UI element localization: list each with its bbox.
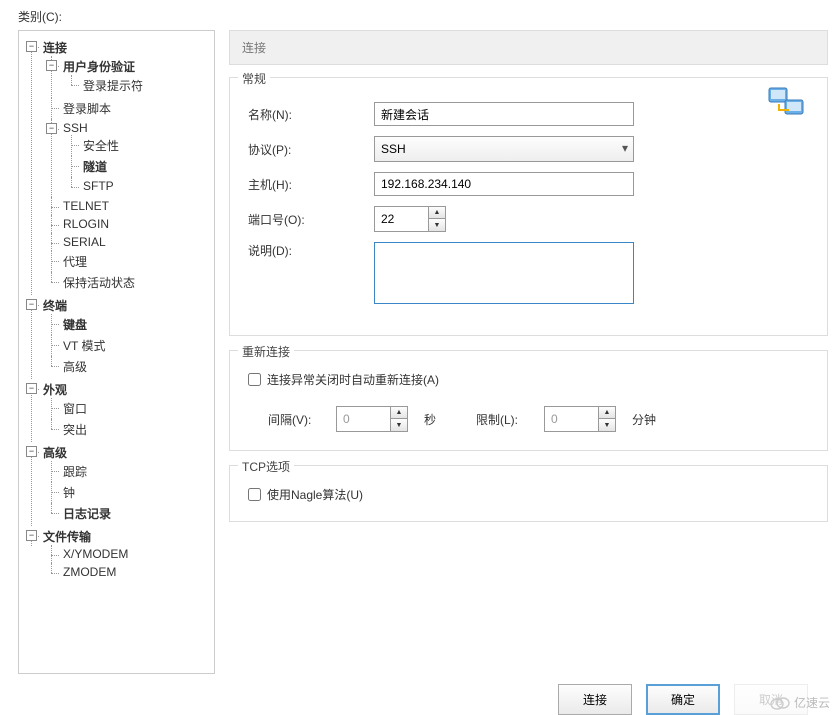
tree-login-script[interactable]: 登录脚本 <box>63 102 111 116</box>
minutes-label: 分钟 <box>632 411 656 428</box>
tree-tunnel[interactable]: 隧道 <box>83 160 107 174</box>
spin-up-icon[interactable]: ▲ <box>429 207 445 219</box>
tcp-group: TCP选项 使用Nagle算法(U) <box>229 465 828 522</box>
host-input[interactable] <box>374 172 634 196</box>
spin-down-icon[interactable]: ▼ <box>599 419 615 431</box>
interval-input[interactable] <box>336 406 390 432</box>
port-label: 端口号(O): <box>244 211 374 228</box>
tree-ssh[interactable]: SSH <box>63 121 88 135</box>
tree-filetransfer[interactable]: 文件传输 <box>43 530 91 544</box>
spin-up-icon[interactable]: ▲ <box>391 407 407 419</box>
toggle-adv[interactable]: − <box>26 446 37 457</box>
toggle-appearance[interactable]: − <box>26 383 37 394</box>
toggle-ssh[interactable]: − <box>46 123 57 134</box>
auto-reconnect-check[interactable] <box>248 373 261 386</box>
tree-zmodem[interactable]: ZMODEM <box>63 565 116 579</box>
protocol-select[interactable]: SSH <box>374 136 634 162</box>
tree-proxy[interactable]: 代理 <box>63 255 87 269</box>
tree-logging[interactable]: 日志记录 <box>63 507 111 521</box>
connection-icon <box>767 86 807 125</box>
name-input[interactable] <box>374 102 634 126</box>
tree-bell[interactable]: 钟 <box>63 486 75 500</box>
ok-button[interactable]: 确定 <box>646 684 720 715</box>
nagle-checkbox[interactable]: 使用Nagle算法(U) <box>244 486 813 503</box>
host-label: 主机(H): <box>244 176 374 193</box>
tree-auth[interactable]: 用户身份验证 <box>63 60 135 74</box>
auto-reconnect-checkbox[interactable]: 连接异常关闭时自动重新连接(A) <box>244 371 813 388</box>
toggle-connection[interactable]: − <box>26 41 37 52</box>
tree-term-advanced[interactable]: 高级 <box>63 360 87 374</box>
watermark: 亿速云 <box>770 694 830 711</box>
spin-up-icon[interactable]: ▲ <box>599 407 615 419</box>
tree-terminal[interactable]: 终端 <box>43 299 67 313</box>
tree-xymodem[interactable]: X/YMODEM <box>63 547 128 561</box>
spin-down-icon[interactable]: ▼ <box>429 219 445 231</box>
tree-adv[interactable]: 高级 <box>43 446 67 460</box>
toggle-ft[interactable]: − <box>26 530 37 541</box>
general-group-title: 常规 <box>238 70 270 87</box>
tree-highlight[interactable]: 突出 <box>63 423 87 437</box>
tree-security[interactable]: 安全性 <box>83 139 119 153</box>
seconds-label: 秒 <box>424 411 436 428</box>
port-spinner[interactable]: ▲▼ <box>374 206 634 232</box>
tree-sftp[interactable]: SFTP <box>83 179 114 193</box>
tree-keepalive[interactable]: 保持活动状态 <box>63 276 135 290</box>
tree-rlogin[interactable]: RLOGIN <box>63 217 109 231</box>
tree-serial[interactable]: SERIAL <box>63 235 106 249</box>
reconnect-group-title: 重新连接 <box>238 343 294 360</box>
toggle-auth[interactable]: − <box>46 60 57 71</box>
desc-label: 说明(D): <box>244 242 374 259</box>
tree-telnet[interactable]: TELNET <box>63 199 109 213</box>
toggle-terminal[interactable]: − <box>26 299 37 310</box>
tree-connection[interactable]: 连接 <box>43 41 67 55</box>
reconnect-group: 重新连接 连接异常关闭时自动重新连接(A) 间隔(V): ▲▼ 秒 限制(L): <box>229 350 828 451</box>
port-input[interactable] <box>374 206 428 232</box>
category-tree[interactable]: − 连接 − 用户身份验证 登录提示符 登录脚本 − SSH <box>18 30 215 674</box>
auto-reconnect-label: 连接异常关闭时自动重新连接(A) <box>267 371 439 388</box>
name-label: 名称(N): <box>244 106 374 123</box>
tree-window[interactable]: 窗口 <box>63 402 87 416</box>
interval-label: 间隔(V): <box>268 411 326 428</box>
category-label: 类别(C): <box>18 8 828 25</box>
tcp-group-title: TCP选项 <box>238 458 294 475</box>
tree-login-prompt[interactable]: 登录提示符 <box>83 79 143 93</box>
tree-keyboard[interactable]: 键盘 <box>63 318 87 332</box>
interval-spinner[interactable]: ▲▼ <box>336 406 408 432</box>
panel-title: 连接 <box>229 30 828 65</box>
limit-spinner[interactable]: ▲▼ <box>544 406 616 432</box>
desc-textarea[interactable] <box>374 242 634 304</box>
connect-button[interactable]: 连接 <box>558 684 632 715</box>
nagle-check[interactable] <box>248 488 261 501</box>
tree-trace[interactable]: 跟踪 <box>63 465 87 479</box>
tree-vtmode[interactable]: VT 模式 <box>63 339 105 353</box>
limit-label: 限制(L): <box>476 411 534 428</box>
tree-appearance[interactable]: 外观 <box>43 383 67 397</box>
general-group: 常规 名称(N): 协议(P): SSH <box>229 77 828 336</box>
nagle-label: 使用Nagle算法(U) <box>267 486 363 503</box>
limit-input[interactable] <box>544 406 598 432</box>
protocol-label: 协议(P): <box>244 141 374 158</box>
spin-down-icon[interactable]: ▼ <box>391 419 407 431</box>
